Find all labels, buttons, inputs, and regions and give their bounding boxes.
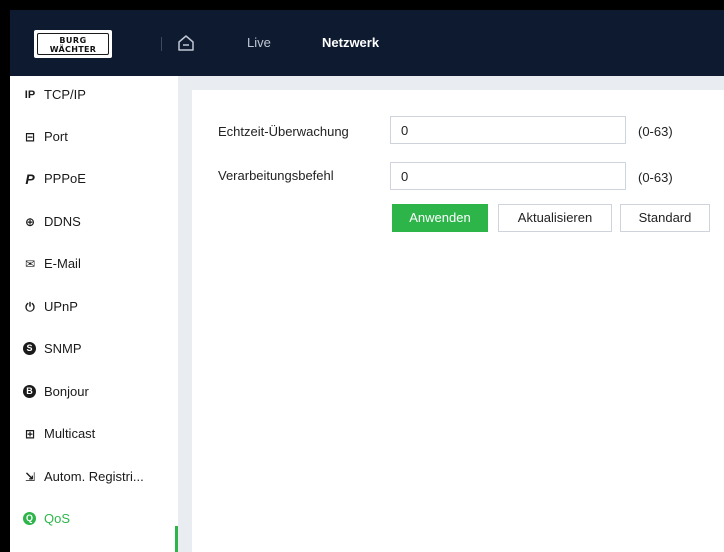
port-icon: ⊟ (24, 130, 36, 144)
top-navigation-bar: BURG WÄCHTER Live Netzwerk (10, 10, 724, 76)
realtime-monitoring-range: (0-63) (638, 124, 673, 139)
nav-tab-live[interactable]: Live (247, 35, 271, 50)
refresh-button[interactable]: Aktualisieren (498, 204, 612, 232)
sidebar-item-multicast[interactable]: ⊞ Multicast (10, 415, 178, 453)
bonjour-icon: B (23, 385, 36, 398)
mail-icon: ✉ (24, 257, 36, 271)
header-divider (161, 37, 162, 51)
sidebar-item-label: Multicast (44, 426, 96, 441)
sidebar-item-qos[interactable]: Q QoS (10, 500, 178, 538)
nav-tab-network[interactable]: Netzwerk (322, 35, 379, 50)
ip-icon: IP (24, 89, 36, 101)
processing-command-label: Verarbeitungsbefehl (218, 168, 334, 183)
ddns-icon: ⊕ (24, 215, 36, 229)
brand-logo: BURG WÄCHTER (34, 30, 112, 58)
qos-icon: Q (23, 512, 36, 525)
sidebar-item-auto-register[interactable]: ⇲ Autom. Registri... (10, 458, 178, 496)
qos-settings-panel: Echtzeit-Überwachung (0-63) Verarbeitung… (192, 90, 724, 552)
processing-command-input[interactable] (391, 163, 625, 189)
sidebar-item-port[interactable]: ⊟ Port (10, 118, 178, 156)
sidebar-item-bonjour[interactable]: B Bonjour (10, 373, 178, 411)
realtime-monitoring-label: Echtzeit-Überwachung (218, 124, 349, 139)
sidebar-item-label: PPPoE (44, 171, 86, 186)
sidebar-item-tcpip[interactable]: IP TCP/IP (10, 76, 178, 114)
sidebar-item-label: Port (44, 129, 68, 144)
app-frame: BURG WÄCHTER Live Netzwerk IP TCP/IP ⊟ P… (10, 10, 724, 552)
sidebar-item-label: UPnP (44, 299, 78, 314)
sidebar-item-email[interactable]: ✉ E-Mail (10, 245, 178, 283)
sidebar-item-label: E-Mail (44, 256, 81, 271)
upnp-icon: ⏻ (25, 300, 35, 314)
register-icon: ⇲ (24, 470, 36, 484)
processing-command-range: (0-63) (638, 170, 673, 185)
apply-button[interactable]: Anwenden (392, 204, 488, 232)
sidebar-item-ddns[interactable]: ⊕ DDNS (10, 203, 178, 241)
sidebar-item-pppoe[interactable]: P PPPoE (10, 160, 178, 198)
home-icon[interactable] (177, 34, 195, 52)
pppoe-icon: P (25, 171, 35, 187)
processing-command-field[interactable] (390, 162, 626, 190)
sidebar-item-label: Bonjour (44, 384, 89, 399)
sidebar-item-snmp[interactable]: S SNMP (10, 330, 178, 368)
sidebar-item-label: SNMP (44, 341, 82, 356)
default-button[interactable]: Standard (620, 204, 710, 232)
active-indicator (175, 526, 178, 552)
sidebar-item-label: TCP/IP (44, 87, 86, 102)
sidebar-item-label: DDNS (44, 214, 81, 229)
settings-sidebar: IP TCP/IP ⊟ Port P PPPoE ⊕ DDNS ✉ E-Mail… (10, 76, 178, 552)
sidebar-item-upnp[interactable]: ⏻ UPnP (10, 288, 178, 326)
sidebar-item-label: Autom. Registri... (44, 469, 144, 484)
realtime-monitoring-input[interactable] (391, 117, 625, 143)
sidebar-item-label: QoS (44, 511, 71, 526)
multicast-icon: ⊞ (24, 427, 36, 441)
snmp-icon: S (23, 342, 36, 355)
realtime-monitoring-field[interactable] (390, 116, 626, 144)
